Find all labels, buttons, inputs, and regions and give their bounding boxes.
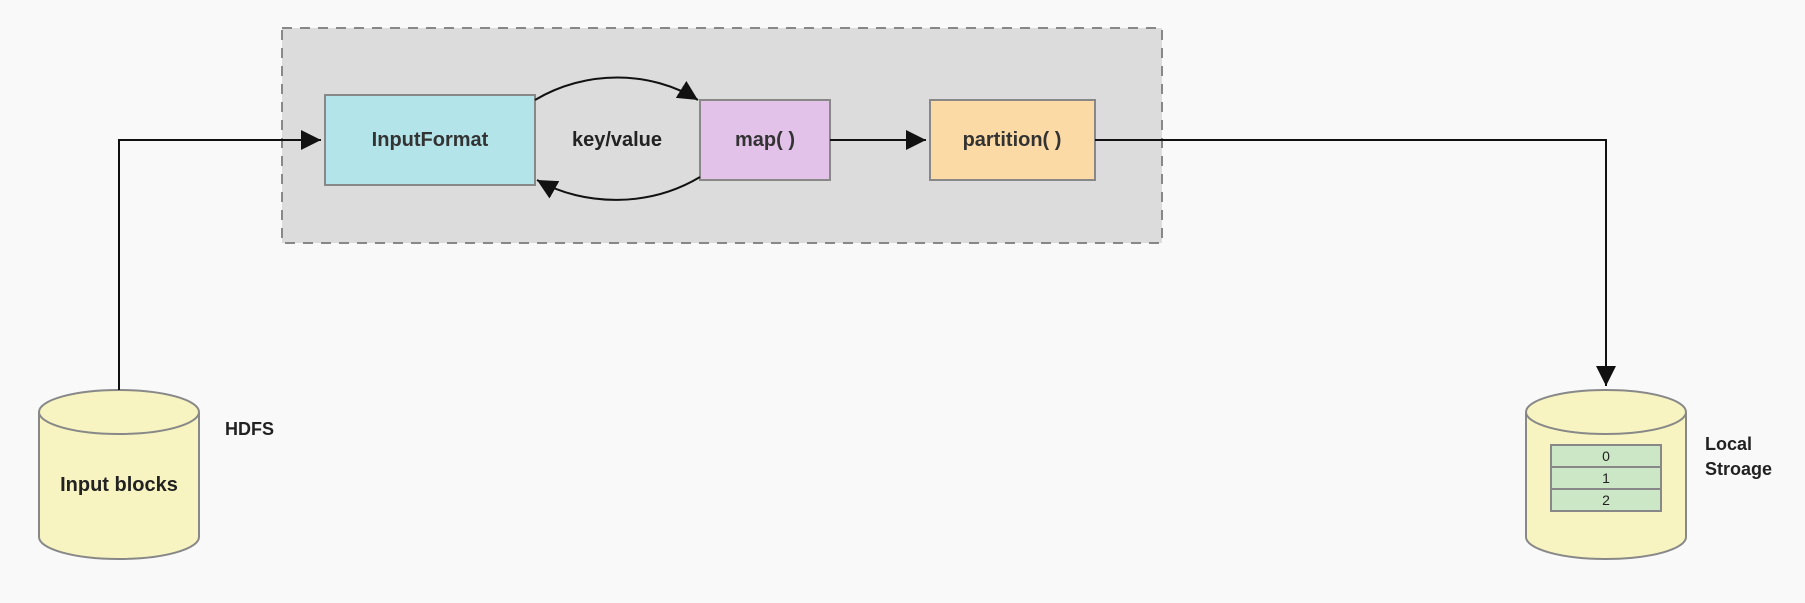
partition-label: partition( ) <box>963 129 1062 151</box>
local-storage-label-1: Local <box>1705 434 1752 454</box>
keyvalue-label: key/value <box>572 129 662 151</box>
inputformat-label: InputFormat <box>372 129 489 151</box>
slot-2-label: 2 <box>1602 492 1610 508</box>
local-storage-label-2: Stroage <box>1705 459 1772 479</box>
slot-1-label: 1 <box>1602 470 1610 486</box>
hdfs-label: HDFS <box>225 419 274 439</box>
slot-0-label: 0 <box>1602 448 1610 464</box>
input-blocks-label: Input blocks <box>60 474 178 496</box>
arrow-partition-to-localstorage <box>1095 140 1606 386</box>
map-label: map( ) <box>735 129 795 151</box>
